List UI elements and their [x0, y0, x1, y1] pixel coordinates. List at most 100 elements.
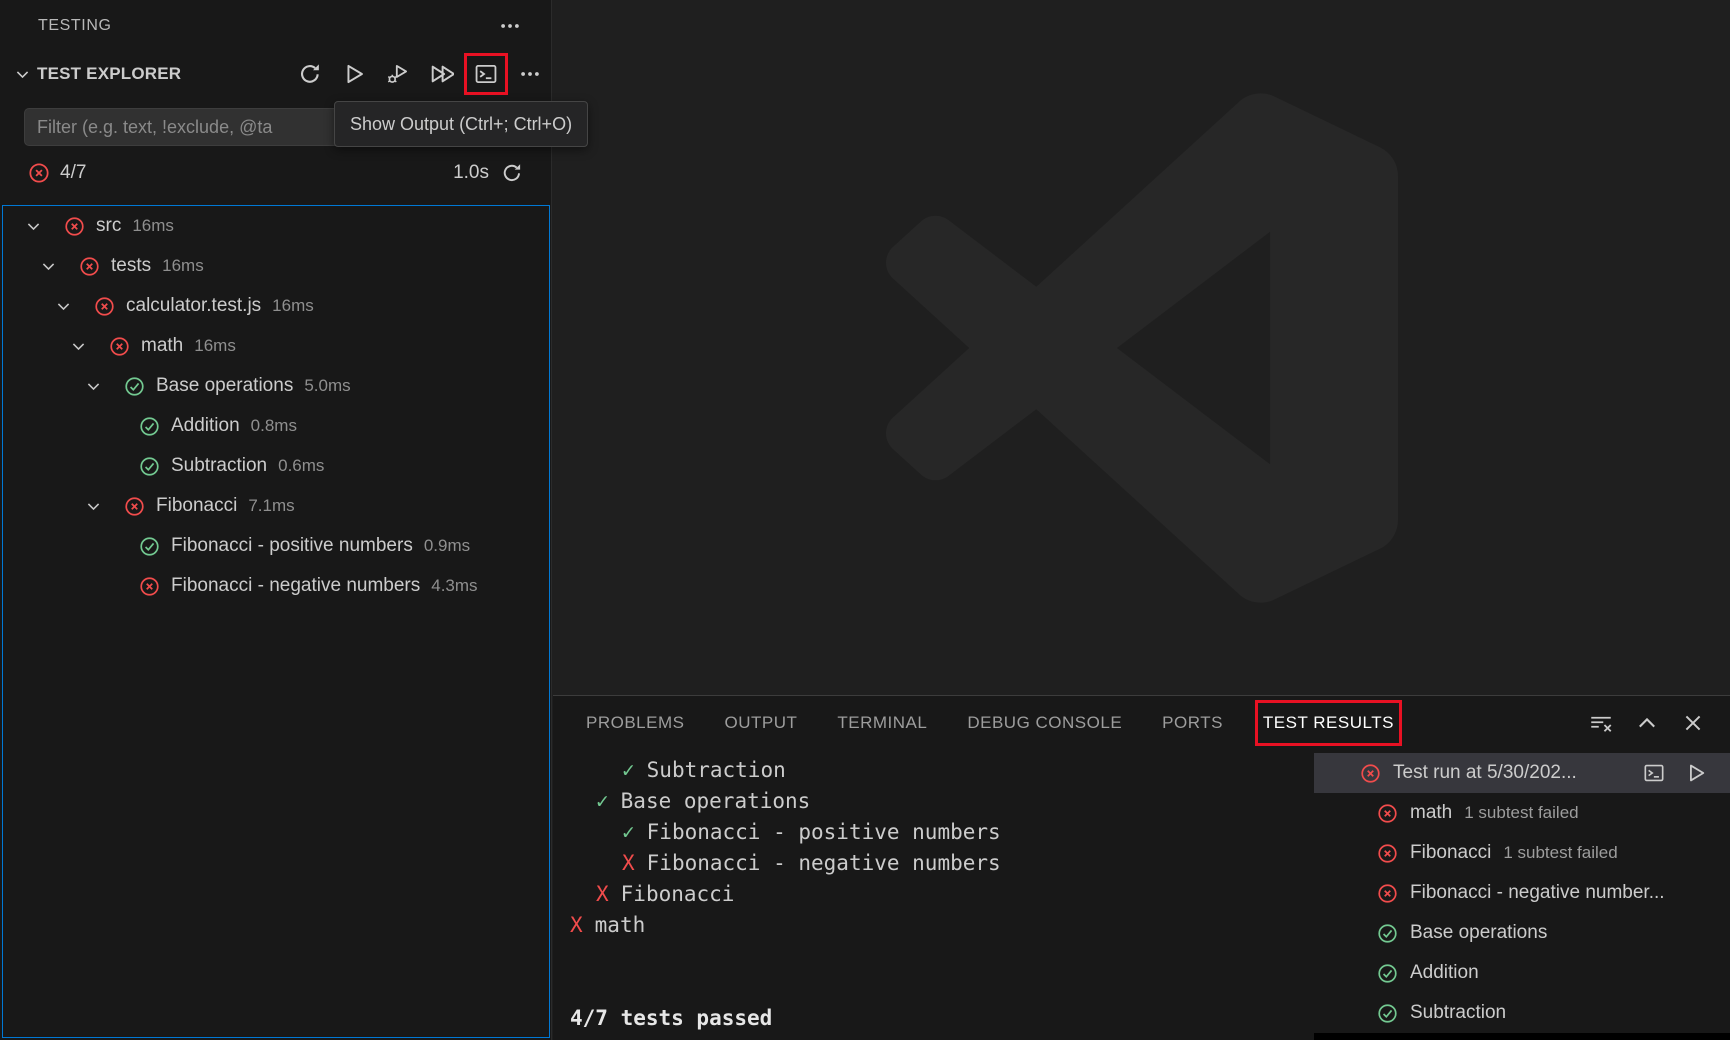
test-explorer-section-header[interactable]: TEST EXPLORER	[0, 52, 551, 96]
test-duration: 4.3ms	[431, 576, 477, 596]
run-tests-with-coverage-button[interactable]	[429, 61, 455, 87]
pass-icon	[1377, 1003, 1398, 1024]
test-duration: 16ms	[162, 256, 204, 276]
test-item-base-operations[interactable]: Base operations5.0ms	[3, 366, 549, 406]
test-item-fibonacci[interactable]: Fibonacci7.1ms	[3, 486, 549, 526]
result-item-base-operations[interactable]: Base operations	[1314, 913, 1730, 953]
error-icon	[94, 296, 115, 317]
panel-tab-test-results[interactable]: TEST RESULTS	[1263, 701, 1394, 745]
chevron-down-icon[interactable]	[16, 218, 50, 235]
test-item-fibonacci-negative-numbers[interactable]: Fibonacci - negative numbers4.3ms	[3, 566, 549, 606]
chevron-down-icon[interactable]	[76, 378, 110, 395]
editor-area	[553, 0, 1730, 695]
rerun-test-button[interactable]	[1684, 761, 1708, 785]
error-icon	[1360, 763, 1381, 784]
test-duration: 16ms	[132, 216, 174, 236]
output-test-name: Fibonacci	[621, 882, 735, 906]
output-line: X Fibonacci	[570, 879, 1305, 910]
test-item-calculator-test-js[interactable]: calculator.test.js 16ms	[3, 286, 549, 326]
panel-tab-output[interactable]: OUTPUT	[724, 701, 797, 745]
test-label: calculator.test.js	[126, 295, 261, 317]
output-line: ✓ Subtraction	[570, 755, 1305, 786]
chevron-down-icon[interactable]	[31, 258, 65, 275]
panel-tab-debug-console[interactable]: DEBUG CONSOLE	[967, 701, 1122, 745]
show-output-button[interactable]	[473, 61, 499, 87]
result-item-addition[interactable]: Addition	[1314, 953, 1730, 993]
output-test-name: Subtraction	[647, 758, 786, 782]
output-line: ✓Fibonacci - positive numbers	[570, 817, 1305, 848]
pass-icon	[139, 456, 160, 477]
result-label: math	[1410, 802, 1452, 824]
result-item-subtraction[interactable]: Subtraction	[1314, 993, 1730, 1033]
error-icon	[109, 336, 130, 357]
run-tests-button[interactable]	[341, 61, 367, 87]
output-lines: ✓Subtraction✓Base operations✓Fibonacci -…	[570, 755, 1305, 941]
fail-mark: X	[570, 910, 583, 941]
views-more-actions-button[interactable]	[497, 13, 523, 39]
close-panel-button[interactable]	[1680, 710, 1706, 736]
test-duration: 16ms	[272, 296, 314, 316]
result-item-math[interactable]: math1 subtest failed	[1314, 793, 1730, 833]
error-icon	[124, 496, 145, 517]
test-item-src[interactable]: src16ms	[3, 206, 549, 246]
tooltip-text: Show Output (Ctrl+; Ctrl+O)	[350, 114, 572, 134]
fail-mark: X	[596, 879, 609, 910]
pass-icon	[139, 416, 160, 437]
test-label: math	[141, 335, 183, 357]
test-label: Fibonacci	[156, 495, 237, 517]
result-label: Addition	[1410, 962, 1479, 984]
chevron-down-icon[interactable]	[12, 64, 32, 84]
result-label: Base operations	[1410, 922, 1547, 944]
test-item-fibonacci-positive-numbers[interactable]: Fibonacci - positive numbers0.9ms	[3, 526, 549, 566]
clear-test-results-button[interactable]	[1588, 710, 1614, 736]
test-run-duration-group: 1.0s	[453, 162, 523, 184]
result-item-fibonacci[interactable]: Fibonacci 1 subtest failed	[1314, 833, 1730, 873]
show-test-output-button[interactable]	[1642, 761, 1666, 785]
section-title: TEST EXPLORER	[37, 64, 181, 84]
chevron-down-icon[interactable]	[61, 338, 95, 355]
output-line: XFibonacci - negative numbers	[570, 848, 1305, 879]
history-refresh-icon[interactable]	[501, 162, 523, 184]
test-label: Addition	[171, 415, 240, 437]
pass-mark: ✓	[622, 817, 635, 848]
show-output-tooltip: Show Output (Ctrl+; Ctrl+O)	[334, 101, 588, 147]
result-row-actions	[1642, 761, 1730, 785]
result-label: Test run at 5/30/202...	[1393, 762, 1577, 784]
test-results-tree: Test run at 5/30/202...math1 subtest fai…	[1314, 753, 1730, 1040]
subtest-failed-badge: 1 subtest failed	[1503, 843, 1617, 863]
panel-tabs: PROBLEMS OUTPUT TERMINAL DEBUG CONSOLE PORTS…	[566, 701, 1414, 745]
result-item-fibonacci-negative-number[interactable]: Fibonacci - negative number...	[1314, 873, 1730, 913]
output-line: Xmath	[570, 910, 1305, 941]
vscode-logo-watermark	[886, 92, 1398, 604]
panel-tab-terminal[interactable]: TERMINAL	[837, 701, 927, 745]
maximize-panel-button[interactable]	[1634, 710, 1660, 736]
more-actions-button[interactable]	[517, 61, 543, 87]
test-run-duration: 1.0s	[453, 162, 489, 184]
pass-mark: ✓	[622, 755, 635, 786]
test-status-row: 4/7 1.0s	[28, 152, 523, 194]
test-item-subtraction[interactable]: Subtraction0.6ms	[3, 446, 549, 486]
chevron-down-icon[interactable]	[76, 498, 110, 515]
sidebar-title: TESTING	[38, 17, 497, 35]
result-label: Subtraction	[1410, 1002, 1506, 1024]
test-explorer-tree: src16ms tests 16ms calculator.test.js 16ms ma…	[2, 205, 550, 1038]
failed-test-count: 4/7	[60, 162, 86, 184]
pass-icon	[139, 536, 160, 557]
chevron-down-icon[interactable]	[46, 298, 80, 315]
refresh-tests-button[interactable]	[297, 61, 323, 87]
test-label: tests	[111, 255, 151, 277]
debug-tests-button[interactable]	[385, 61, 411, 87]
vscode-window: TESTING TEST EXPLORER 4/7 1.0s src16mste…	[0, 0, 1730, 1040]
panel-tab-problems[interactable]: PROBLEMS	[586, 701, 684, 745]
test-item-tests[interactable]: tests 16ms	[3, 246, 549, 286]
pass-icon	[1377, 923, 1398, 944]
error-icon	[139, 576, 160, 597]
test-item-math[interactable]: math16ms	[3, 326, 549, 366]
result-label: Fibonacci	[1410, 842, 1491, 864]
test-item-addition[interactable]: Addition0.8ms	[3, 406, 549, 446]
result-item-test-run-at-5-30-202[interactable]: Test run at 5/30/202...	[1314, 753, 1730, 793]
test-explorer-toolbar	[297, 52, 543, 96]
panel-tab-bar: PROBLEMS OUTPUT TERMINAL DEBUG CONSOLE PORTS…	[553, 696, 1730, 749]
pass-icon	[1377, 963, 1398, 984]
panel-tab-ports[interactable]: PORTS	[1162, 701, 1223, 745]
